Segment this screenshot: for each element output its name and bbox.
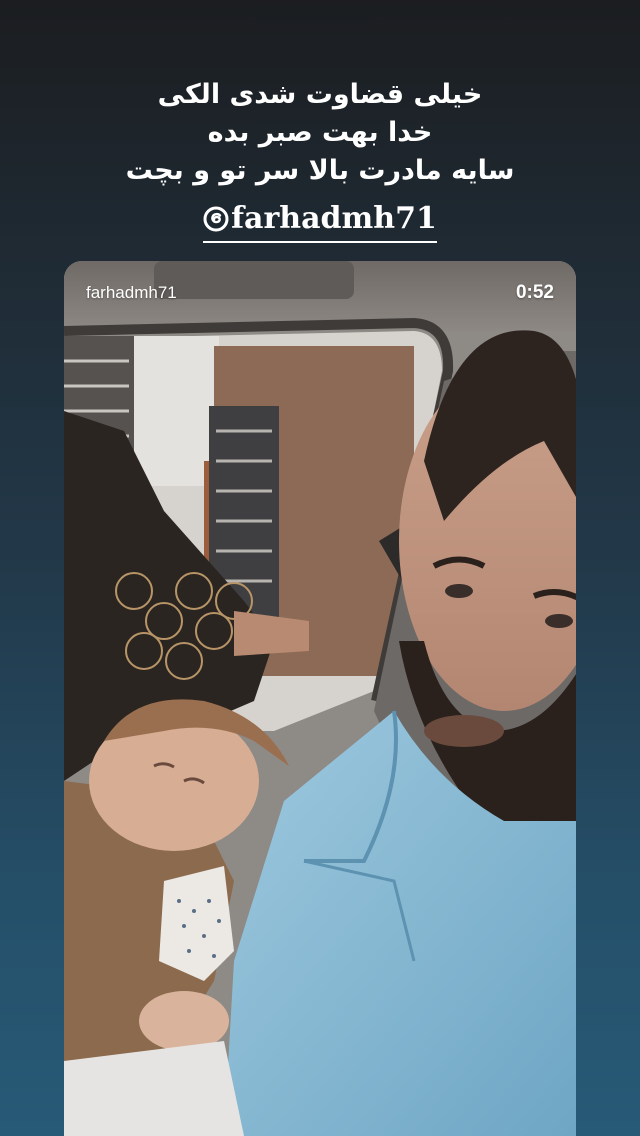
mention-sticker[interactable]: farhadmh71 [203, 200, 437, 243]
story-caption: خیلی قضاوت شدی الکی خدا بهت صبر بده سایه… [0, 76, 640, 190]
caption-line-2: خدا بهت صبر بده [207, 117, 433, 148]
caption-line-3: سایه مادرت بالا سر تو و بچت [125, 155, 515, 186]
reel-video-card[interactable]: farhadmh71 0:52 [64, 261, 576, 1136]
video-frame [64, 261, 576, 1136]
video-duration: 0:52 [515, 282, 554, 303]
threads-logo-icon [203, 206, 229, 232]
video-author-username[interactable]: farhadmh71 [86, 283, 177, 303]
mention-handle: farhadmh71 [231, 201, 437, 236]
caption-line-1: خیلی قضاوت شدی الکی [157, 79, 483, 110]
mention-sticker-container: farhadmh71 [0, 200, 640, 243]
story-screen: { "caption": { "lines": [ "خیلی قضاوت شد… [0, 0, 640, 1136]
